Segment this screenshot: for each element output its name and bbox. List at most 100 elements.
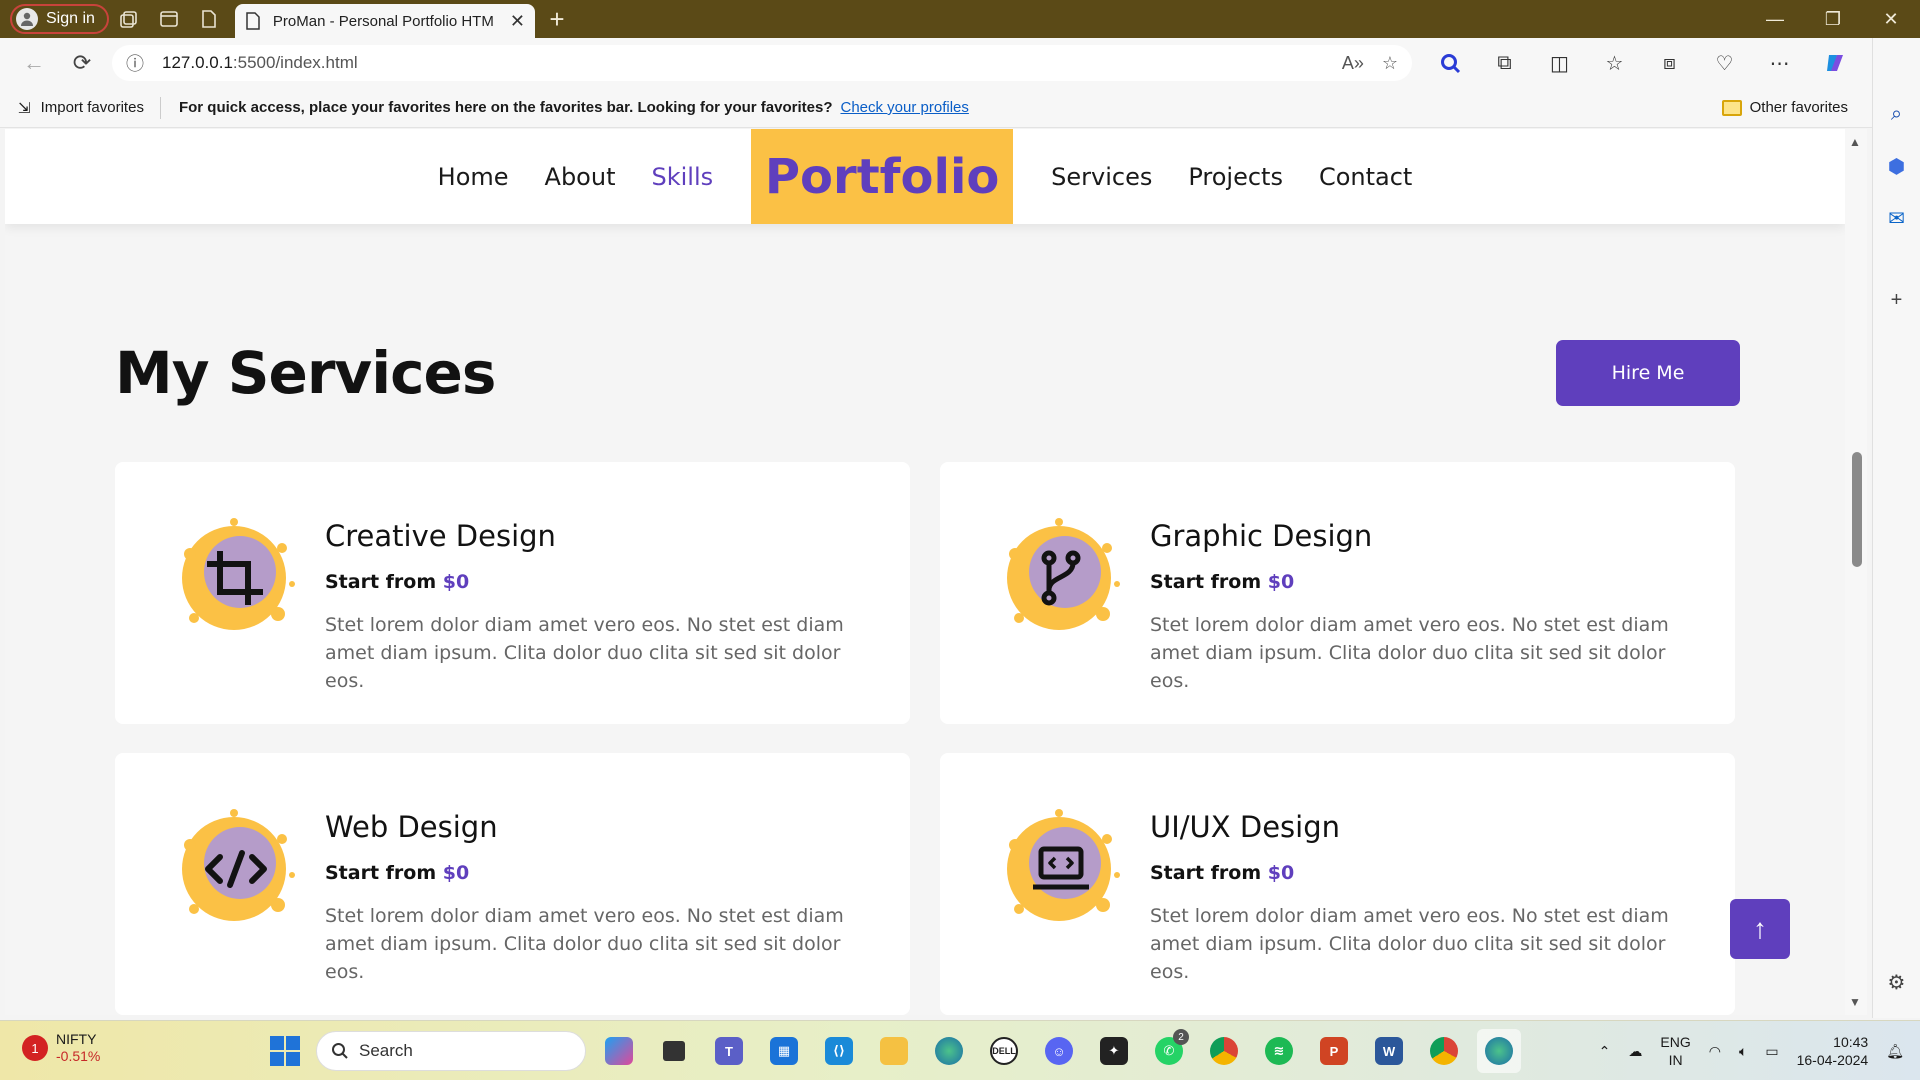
service-card: Creative Design Start from $0 Stet lorem… [115, 462, 910, 724]
clock[interactable]: 10:43 16-04-2024 [1797, 1033, 1869, 1069]
sign-in-button[interactable]: Sign in [10, 4, 109, 34]
splash-badge [995, 805, 1125, 935]
chrome-icon[interactable] [1202, 1029, 1246, 1073]
powerpoint-icon[interactable]: P [1312, 1029, 1356, 1073]
import-icon: ⇲ [18, 99, 31, 117]
page-scrollbar[interactable]: ▲ ▼ [1845, 129, 1867, 1015]
search-sidebar-icon[interactable] [1422, 52, 1477, 74]
teams-icon[interactable]: T [707, 1029, 751, 1073]
nav-contact[interactable]: Contact [1301, 163, 1430, 191]
widget-badge: 1 [22, 1035, 48, 1061]
windows-taskbar: 1 NIFTY -0.51% Search T ▦ ⟨⟩ DELL ☺ ✦ ✆ 2… [0, 1020, 1920, 1080]
minimize-icon[interactable]: — [1746, 0, 1804, 38]
workspaces-icon[interactable] [109, 0, 149, 38]
refresh-icon[interactable]: ⟳ [58, 38, 106, 88]
stock-widget[interactable]: 1 NIFTY -0.51% [22, 1031, 100, 1065]
taskbar-search[interactable]: Search [316, 1031, 586, 1071]
other-favorites-label: Other favorites [1749, 99, 1848, 116]
import-favorites-button[interactable]: ⇲ Import favorites [0, 96, 161, 119]
favorites-icon[interactable]: ☆ [1587, 51, 1642, 76]
arrow-up-icon: ↑ [1753, 913, 1767, 944]
restore-icon[interactable]: ❐ [1804, 0, 1862, 38]
check-profiles-link[interactable]: Check your profiles [840, 99, 968, 116]
hire-me-button[interactable]: Hire Me [1556, 340, 1740, 406]
store-icon[interactable]: ▦ [762, 1029, 806, 1073]
active-tab[interactable]: ProMan - Personal Portfolio HTM ✕ [234, 4, 535, 38]
more-options-icon[interactable]: ⋯ [1752, 51, 1807, 76]
copilot-app-icon[interactable] [597, 1029, 641, 1073]
file-explorer-icon[interactable] [872, 1029, 916, 1073]
scroll-up-icon[interactable]: ▲ [1849, 135, 1861, 149]
price-prefix: Start from [325, 571, 437, 593]
inactive-tab[interactable] [189, 0, 229, 38]
word-icon[interactable]: W [1367, 1029, 1411, 1073]
start-icon[interactable] [265, 1031, 305, 1071]
brand-logo[interactable]: Portfolio [751, 129, 1014, 224]
close-tab-icon[interactable]: ✕ [510, 11, 525, 32]
chrome-profile-icon[interactable] [1422, 1029, 1466, 1073]
services-grid: Creative Design Start from $0 Stet lorem… [115, 462, 1740, 1015]
favorite-star-icon[interactable]: ☆ [1382, 53, 1398, 74]
onedrive-icon[interactable]: ☁ [1628, 1043, 1642, 1060]
figma-icon[interactable]: ✦ [1092, 1029, 1136, 1073]
back-to-top-button[interactable]: ↑ [1730, 899, 1790, 959]
sidebar-outlook-icon[interactable]: ✉ [1873, 192, 1920, 244]
price-amount: $0 [442, 862, 470, 884]
nav-home[interactable]: Home [420, 163, 527, 191]
stock-label: NIFTY -0.51% [56, 1031, 100, 1065]
language-indicator[interactable]: ENG IN [1660, 1033, 1690, 1069]
browser-essentials-icon[interactable]: ♡ [1697, 51, 1752, 76]
taskbar-apps: Search T ▦ ⟨⟩ DELL ☺ ✦ ✆ 2 ≋ P W [265, 1029, 1521, 1073]
window-controls: — ❐ ✕ [1746, 0, 1920, 38]
ticker-name: NIFTY [56, 1031, 97, 1047]
nav-services[interactable]: Services [1033, 163, 1170, 191]
scroll-down-icon[interactable]: ▼ [1849, 995, 1861, 1009]
service-card: Graphic Design Start from $0 Stet lorem … [940, 462, 1735, 724]
show-hidden-icons-icon[interactable]: ⌃ [1599, 1043, 1611, 1060]
url-field[interactable]: ⓘ 127.0.0.1:5500/index.html A» ☆ [112, 45, 1412, 81]
service-description: Stet lorem dolor diam amet vero eos. No … [1150, 614, 1669, 692]
read-aloud-icon[interactable]: A» [1342, 53, 1364, 74]
whatsapp-icon[interactable]: ✆ 2 [1147, 1029, 1191, 1073]
task-view-icon[interactable] [652, 1029, 696, 1073]
discord-icon[interactable]: ☺ [1037, 1029, 1081, 1073]
notification-bell-icon[interactable]: 🔔︎ [1886, 1043, 1904, 1060]
sidebar-m365-icon[interactable]: ⬢ [1873, 140, 1920, 192]
new-tab-button[interactable]: + [535, 0, 579, 38]
back-icon[interactable]: ← [10, 38, 58, 88]
collections-icon[interactable]: ⧈ [1642, 52, 1697, 75]
dell-icon[interactable]: DELL [982, 1029, 1026, 1073]
edge-dev-icon[interactable] [927, 1029, 971, 1073]
split-screen-icon[interactable]: ◫ [1532, 51, 1587, 76]
spotify-icon[interactable]: ≋ [1257, 1029, 1301, 1073]
extensions-icon[interactable]: ⧉ [1477, 52, 1532, 75]
edge-sidebar: ⌕ ⬢ ✉ + ⚙ [1872, 38, 1920, 1018]
nav-skills[interactable]: Skills [634, 163, 732, 191]
price-amount: $0 [442, 571, 470, 593]
edge-icon[interactable] [1477, 1029, 1521, 1073]
site-info-icon[interactable]: ⓘ [126, 50, 144, 76]
tab-actions-icon[interactable] [149, 0, 189, 38]
price-amount: $0 [1267, 571, 1295, 593]
volume-icon[interactable]: 🔈︎ [1739, 1043, 1747, 1060]
vscode-icon[interactable]: ⟨⟩ [817, 1029, 861, 1073]
sidebar-add-icon[interactable]: + [1873, 274, 1920, 326]
wifi-icon[interactable]: ◠ [1709, 1043, 1721, 1060]
favorites-bar: ⇲ Import favorites For quick access, pla… [0, 88, 1880, 128]
sidebar-search-icon[interactable]: ⌕ [1873, 88, 1920, 140]
close-window-icon[interactable]: ✕ [1862, 0, 1920, 38]
price-prefix: Start from [325, 862, 437, 884]
service-description: Stet lorem dolor diam amet vero eos. No … [325, 905, 844, 983]
service-description: Stet lorem dolor diam amet vero eos. No … [325, 614, 844, 692]
scrollbar-thumb[interactable] [1852, 452, 1862, 567]
copilot-sidebar-icon[interactable] [1873, 38, 1920, 88]
sidebar-settings-icon[interactable]: ⚙ [1873, 956, 1920, 1008]
tab-title: ProMan - Personal Portfolio HTM [272, 12, 494, 30]
copilot-icon[interactable] [1807, 51, 1862, 75]
splash-badge [170, 514, 300, 644]
nav-about[interactable]: About [527, 163, 634, 191]
other-favorites-button[interactable]: Other favorites [1721, 99, 1848, 116]
system-tray: ⌃ ☁ ENG IN ◠ 🔈︎ ▭ 10:43 16-04-2024 🔔︎ [1599, 1021, 1920, 1080]
nav-projects[interactable]: Projects [1170, 163, 1301, 191]
battery-icon[interactable]: ▭ [1765, 1043, 1778, 1060]
